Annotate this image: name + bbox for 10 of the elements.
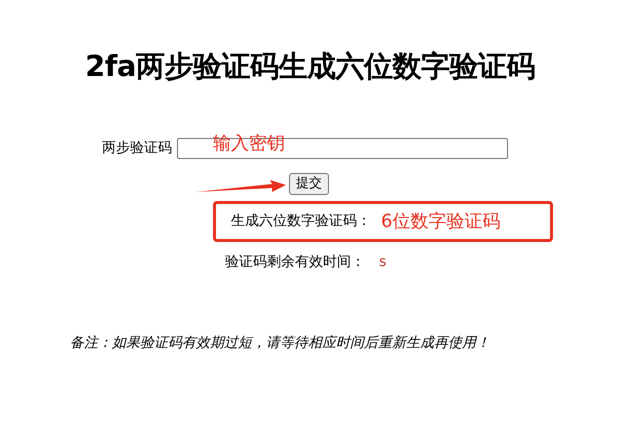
- note-text: 备注：如果验证码有效期过短，请等待相应时间后重新生成再使用！: [69, 334, 491, 353]
- page-title: 2fa两步验证码生成六位数字验证码: [84, 48, 536, 85]
- annotation-text: 6位数字验证码: [381, 210, 500, 232]
- submit-button[interactable]: 提交: [289, 173, 329, 195]
- timer-unit: s: [379, 253, 386, 272]
- annotation-text: 输入密钥: [213, 133, 285, 155]
- arrow-icon: [196, 180, 286, 194]
- timer-label: 验证码剩余有效时间：: [225, 253, 365, 272]
- field-label: 两步验证码: [102, 139, 172, 158]
- result-label: 生成六位数字验证码：: [231, 212, 371, 231]
